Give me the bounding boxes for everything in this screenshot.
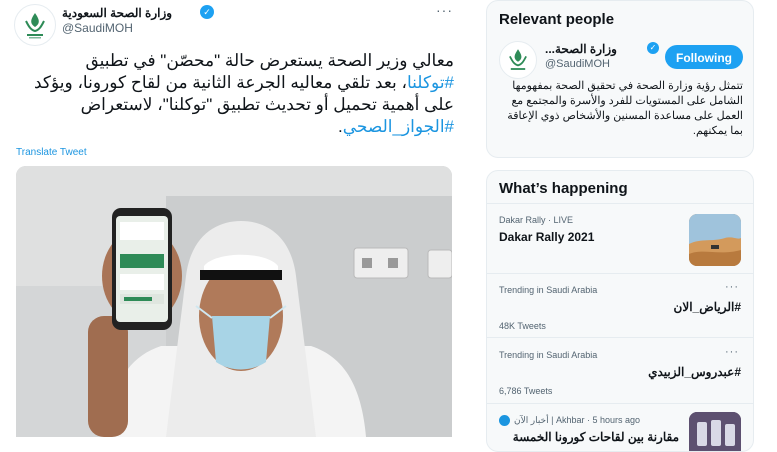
trend-title: #عبدروس_الزبيدي xyxy=(648,365,741,379)
relevant-person-handle[interactable]: @SaudiMOH xyxy=(545,58,610,70)
tweet-text-line3: على أهمية تحميل أو تحديث تطبيق "توكلنا"،… xyxy=(80,95,454,114)
tweet-text-line2: ، بعد تلقي معاليه الجرعة الثانية من لقاح… xyxy=(33,73,407,92)
relevant-person-avatar[interactable] xyxy=(499,41,537,79)
trend-category: Dakar Rally · LIVE xyxy=(499,215,574,225)
author-handle[interactable]: @SaudiMOH xyxy=(62,21,133,35)
trend-title: #الرياض_الان xyxy=(673,300,741,314)
trend-tweet-count: 6,786 Tweets xyxy=(499,386,553,396)
relevant-people-title: Relevant people xyxy=(499,11,615,28)
trend-title: مقارنة بين لقاحات كورونا الخمسة xyxy=(512,430,679,444)
photo-minister-holding-phone xyxy=(16,166,452,437)
desert-image xyxy=(689,214,741,266)
vaccine-image xyxy=(689,412,741,451)
tweet-text: معالي وزير الصحة يستعرض حالة "محصّن" في … xyxy=(14,50,454,138)
ellipsis-icon[interactable]: ··· xyxy=(725,346,739,358)
trend-thumbnail-desert xyxy=(689,214,741,266)
hashtag-link[interactable]: #توكلنا xyxy=(407,73,454,92)
verified-badge-icon: ✓ xyxy=(200,5,214,19)
trend-tweet-count: 48K Tweets xyxy=(499,321,546,331)
relevant-person-bio: تتمثل رؤية وزارة الصحة في تحقيق الصحة بم… xyxy=(507,80,743,137)
trend-category: أخبار الآن | Akhbar · 5 hours ago xyxy=(514,415,641,425)
whats-happening-card: What’s happening Dakar Rally · LIVE Daka… xyxy=(486,170,754,452)
whats-happening-title: What’s happening xyxy=(499,180,628,197)
trend-item[interactable]: Trending in Saudi Arabia ··· #عبدروس_الز… xyxy=(487,337,753,404)
trend-item[interactable]: Trending in Saudi Arabia ··· #الرياض_الا… xyxy=(487,273,753,338)
trend-item[interactable]: Dakar Rally · LIVE Dakar Rally 2021 xyxy=(487,203,753,274)
tweet-card: وزارة الصحة السعودية ✓ @SaudiMOH ··· معا… xyxy=(0,0,466,437)
tweet-text-line1: معالي وزير الصحة يستعرض حالة "محصّن" في … xyxy=(85,51,454,70)
trend-item[interactable]: أخبار الآن | Akhbar · 5 hours ago مقارنة… xyxy=(487,403,753,451)
trend-thumbnail-vaccine xyxy=(689,412,741,451)
relevant-person-name[interactable]: وزارة الصحة... xyxy=(545,42,617,56)
hashtag-link[interactable]: #الجواز_الصحي xyxy=(343,117,454,136)
verified-badge-icon: ✓ xyxy=(647,42,659,54)
trend-category: Trending in Saudi Arabia xyxy=(499,285,598,295)
following-button[interactable]: Following xyxy=(665,45,743,69)
trend-category: Trending in Saudi Arabia xyxy=(499,350,598,360)
tweet-photo[interactable] xyxy=(16,166,452,437)
moh-logo-icon xyxy=(25,13,45,39)
ellipsis-icon[interactable]: ··· xyxy=(725,281,739,293)
relevant-people-card: Relevant people وزارة الصحة... ✓ @SaudiM… xyxy=(486,0,754,158)
moh-logo-icon xyxy=(509,49,527,70)
ellipsis-icon[interactable]: ··· xyxy=(436,2,453,18)
news-source-avatar xyxy=(499,415,510,426)
author-name[interactable]: وزارة الصحة السعودية xyxy=(62,6,172,20)
author-avatar[interactable] xyxy=(14,4,56,46)
translate-tweet-link[interactable]: Translate Tweet xyxy=(16,147,87,158)
trend-title: Dakar Rally 2021 xyxy=(499,230,595,244)
